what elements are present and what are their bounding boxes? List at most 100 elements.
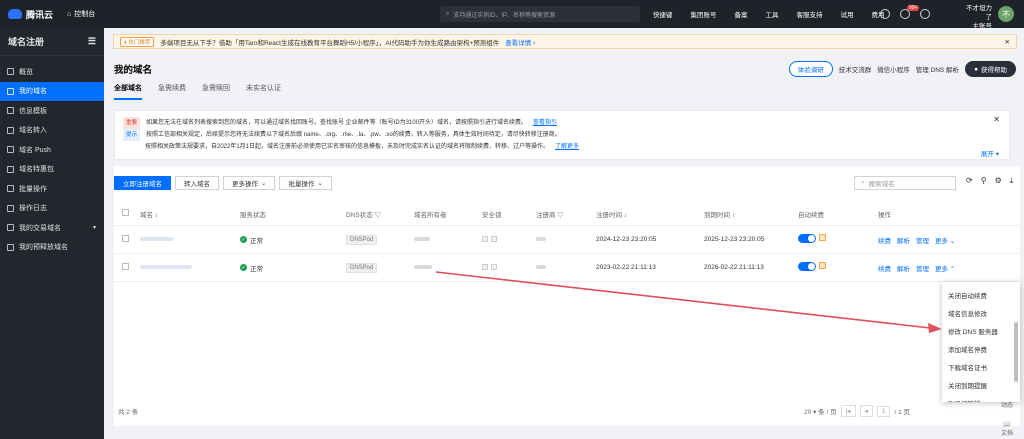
settings-icon[interactable]: ⚙ (995, 176, 1002, 186)
lock-icon[interactable] (482, 235, 488, 242)
refresh-icon[interactable]: ⟳ (966, 176, 973, 186)
nav-item-tools[interactable]: 工具 (757, 9, 788, 19)
sidebar-item-push[interactable]: 域名 Push (0, 140, 104, 160)
compass-icon[interactable] (880, 9, 890, 19)
bell-icon[interactable]: 99+ (900, 5, 920, 19)
avatar[interactable]: 不 (998, 6, 1014, 22)
col-dns[interactable]: DNS状态 ▽ (346, 209, 414, 219)
col-label: DNS状态 (346, 211, 373, 219)
col-domain[interactable]: 域名 ↕ (132, 209, 240, 219)
row-select-cell (114, 263, 132, 272)
sidebar-item-transfer-in[interactable]: 域名转入 (0, 121, 104, 141)
col-reg-time[interactable]: 注册时间 ↕ (596, 209, 704, 219)
menu-item-disable-auto-renew[interactable]: 关闭自动续费 (942, 286, 1020, 304)
prev-page-button[interactable]: ◂ (859, 405, 873, 417)
guide-link[interactable]: 查看指引 (533, 117, 557, 129)
menu-item-download-cert[interactable]: 下载域名证书 (942, 358, 1020, 376)
domain-search-input[interactable]: ⌕ 搜索域名 (854, 176, 956, 190)
page-input[interactable]: 1 (876, 405, 891, 417)
domain-search-placeholder: 搜索域名 (868, 181, 895, 188)
page-size-select[interactable]: 20 ▾ 条 / 页 (804, 406, 837, 416)
transfer-domain-button[interactable]: 转入域名 (175, 176, 219, 190)
lock-icon[interactable] (491, 263, 497, 270)
register-domain-button[interactable]: 立即注册域名 (114, 176, 171, 190)
filter-icon[interactable]: ⚲ (981, 176, 987, 186)
nav-item-trial[interactable]: 试用 (832, 9, 863, 19)
gift-icon[interactable] (819, 234, 826, 241)
auto-renew-toggle[interactable] (798, 234, 816, 243)
sidebar-item-label: 域名转入 (19, 127, 47, 135)
logo[interactable]: 腾讯云 (0, 8, 61, 21)
promo-link[interactable]: 查看详情 › (505, 37, 535, 47)
shortcut-link[interactable]: 快捷键 (644, 9, 682, 19)
renew-link[interactable]: 续费 (878, 263, 891, 273)
status-text: 正常 (250, 237, 263, 245)
close-icon[interactable]: ✕ (993, 115, 1000, 124)
domain-cell[interactable] (132, 236, 240, 243)
help-icon[interactable] (920, 9, 930, 19)
tab-redeem-urgent[interactable]: 急需赎回 (202, 83, 230, 100)
sidebar-item-trade-domains[interactable]: 我的交易域名 ▾ (0, 218, 104, 238)
book-icon[interactable]: 📖 (996, 421, 1018, 428)
nav-item-group-account[interactable]: 集团账号 (682, 9, 726, 19)
resolve-link[interactable]: 解析 (897, 235, 910, 245)
nav-item-filing[interactable]: 备案 (726, 9, 757, 19)
reg-time-cell: 2024-12-23 23:20:05 (596, 236, 657, 243)
tab-all-domains[interactable]: 全部域名 (114, 83, 142, 100)
sidebar-item-my-domains[interactable]: 我的域名 (0, 81, 104, 101)
col-exp-time[interactable]: 到期时间 ↕ (704, 209, 798, 219)
mini-program-link[interactable]: 微信小程序 (877, 64, 910, 74)
sidebar-item-pre-release[interactable]: 我的预释放域名 (0, 238, 104, 258)
batch-actions-dropdown[interactable]: 批量操作 ⌄ (279, 176, 332, 190)
learn-more-link[interactable]: 了解更多 (555, 141, 579, 153)
help-label: 获得帮助 (981, 67, 1007, 74)
lock-icon[interactable] (482, 263, 488, 270)
menu-item-edit-info[interactable]: 域名信息修改 (942, 304, 1020, 322)
console-link[interactable]: ⌂ 控制台 (67, 9, 95, 19)
more-actions-dropdown[interactable]: 更多操作 ⌄ (223, 176, 276, 190)
dns-cell: DNSPod (346, 235, 414, 245)
select-all-checkbox[interactable] (122, 209, 129, 216)
sidebar-item-logs[interactable]: 操作日志 (0, 199, 104, 219)
sidebar-item-package[interactable]: 域名特惠包 (0, 160, 104, 180)
close-icon[interactable]: ✕ (1005, 38, 1010, 46)
domain-cell[interactable] (132, 264, 240, 271)
row-checkbox[interactable] (122, 235, 129, 242)
sidebar-item-batch[interactable]: 批量操作 (0, 179, 104, 199)
expand-button[interactable]: 展开 ▾ (981, 148, 999, 158)
side-float-panel: 动态 📖 文档 (996, 400, 1018, 437)
row-checkbox[interactable] (122, 263, 129, 270)
resolve-link[interactable]: 解析 (897, 263, 910, 273)
tech-group-link[interactable]: 技术交流群 (839, 64, 872, 74)
sidebar-item-label: 批量操作 (19, 185, 47, 193)
gift-icon[interactable] (819, 262, 826, 269)
menu-icon[interactable]: ☰ (88, 36, 96, 47)
auto-renew-toggle[interactable] (798, 262, 816, 271)
renew-link[interactable]: 续费 (878, 235, 891, 245)
download-icon[interactable]: ⤓ (1010, 176, 1014, 186)
docs-link[interactable]: 文档 (996, 428, 1018, 437)
sidebar-item-templates[interactable]: 信息模板 (0, 101, 104, 121)
col-registrar[interactable]: 注册商 ▽ (536, 209, 596, 219)
tab-unverified[interactable]: 未实名认证 (246, 83, 281, 100)
help-button[interactable]: ● 获得帮助 (965, 61, 1016, 77)
manage-link[interactable]: 管理 (916, 263, 929, 273)
sidebar-item-overview[interactable]: 概览 (0, 62, 104, 82)
nav-item-support[interactable]: 客服支持 (788, 9, 832, 19)
menu-item-disable-reminder[interactable]: 关闭到期提醒 (942, 376, 1020, 394)
menu-item-modify-dns[interactable]: 修改 DNS 服务器 (942, 322, 1020, 340)
domain-table: 域名 ↕ 服务状态 DNS状态 ▽ 域名所有者 安全锁 注册商 ▽ 注册时间 ↕… (114, 202, 1020, 282)
menu-item-add-suspension[interactable]: 添加域名停费 (942, 340, 1020, 358)
updates-link[interactable]: 动态 (996, 400, 1018, 409)
tab-renew-urgent[interactable]: 急需续费 (158, 83, 186, 100)
more-link[interactable]: 更多 ⌄ (935, 235, 955, 245)
more-link[interactable]: 更多 ⌃ (935, 263, 955, 273)
dns-manage-link[interactable]: 管理 DNS 解析 (916, 64, 959, 74)
first-page-button[interactable]: |◂ (840, 405, 856, 417)
manage-link[interactable]: 管理 (916, 235, 929, 245)
user-menu[interactable]: 不才坦力了 主账号 (960, 4, 992, 31)
lock-icon[interactable] (491, 235, 497, 242)
survey-button[interactable]: 体验调研 (788, 61, 833, 77)
menu-scrollbar[interactable] (1014, 322, 1018, 382)
global-search-input[interactable]: ⌕ 支持通过实例ID、IP、名称等搜索资源 (440, 6, 640, 22)
